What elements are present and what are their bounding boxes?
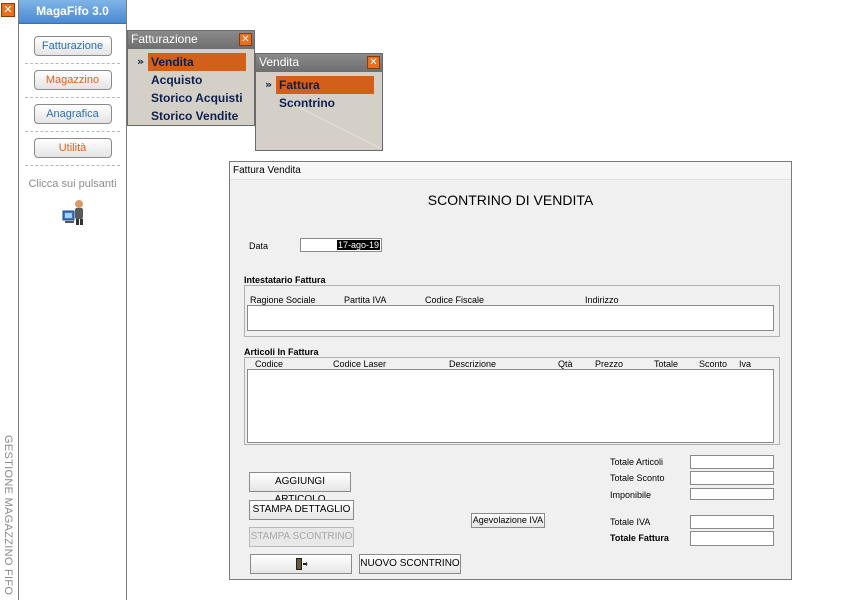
anagrafica-button[interactable]: Anagrafica — [33, 104, 112, 124]
divider — [25, 63, 120, 64]
date-value: 17-ago-19 — [336, 240, 380, 250]
divider — [25, 165, 120, 166]
intestatario-title: Intestatario Fattura — [244, 275, 326, 285]
totale-articoli-field[interactable] — [690, 455, 774, 469]
articoli-list[interactable] — [247, 369, 774, 443]
chevron-right-icon: » — [137, 55, 145, 68]
column-header: Qtà — [558, 359, 573, 369]
vertical-caption: GESTIONE MAGAZZINO FIFO — [1, 435, 15, 600]
menu-item-storico-acquisti[interactable]: Storico Acquisti — [128, 89, 254, 107]
fattura-vendita-window: Fattura Vendita SCONTRINO DI VENDITA Dat… — [229, 161, 792, 580]
totale-fattura-label: Totale Fattura — [610, 533, 669, 543]
imponibile-field[interactable] — [690, 488, 774, 500]
column-header: Ragione Sociale — [250, 295, 316, 305]
divider — [25, 97, 120, 98]
menu-item-label: Storico Vendite — [151, 109, 239, 123]
intestatario-group: Ragione Sociale Partita IVA Codice Fisca… — [244, 285, 780, 337]
magazzino-button[interactable]: Magazzino — [33, 70, 112, 90]
imponibile-label: Imponibile — [610, 490, 652, 500]
menu-item-label: Vendita — [148, 53, 246, 71]
menu-item-fattura[interactable]: » Fattura — [256, 76, 382, 94]
aggiungi-articolo-button[interactable]: AGGIUNGI ARTICOLO — [249, 472, 351, 505]
totale-iva-label: Totale IVA — [610, 517, 651, 527]
totale-sconto-field[interactable] — [690, 471, 774, 485]
chevron-right-icon: » — [265, 78, 273, 91]
menu-item-acquisto[interactable]: Acquisto — [128, 71, 254, 89]
totale-sconto-label: Totale Sconto — [610, 473, 665, 483]
column-header: Descrizione — [449, 359, 497, 369]
vendita-menu-title: Vendita ✕ — [256, 54, 382, 72]
vendita-menu: Vendita ✕ » Fattura Scontrino — [255, 53, 383, 151]
totale-fattura-field[interactable] — [690, 531, 774, 546]
menu-item-label: Storico Acquisti — [151, 91, 243, 105]
close-icon[interactable]: ✕ — [1, 3, 15, 17]
window-title: Fattura Vendita — [230, 162, 791, 180]
totale-iva-field[interactable] — [690, 515, 774, 529]
menu-title-text: Fatturazione — [131, 32, 198, 46]
left-strip: ✕ GESTIONE MAGAZZINO FIFO — [0, 0, 18, 600]
menu-item-label: Fattura — [276, 76, 374, 94]
decorative-streak — [296, 105, 381, 149]
articoli-title: Articoli In Fattura — [244, 347, 319, 357]
column-header: Iva — [739, 359, 752, 369]
column-header: Totale — [654, 359, 679, 369]
column-header: Sconto — [699, 359, 728, 369]
user-computer-icon — [62, 200, 83, 225]
fatturazione-menu-title: Fatturazione ✕ — [128, 31, 254, 49]
close-icon[interactable]: ✕ — [239, 33, 252, 46]
page-heading: SCONTRINO DI VENDITA — [427, 192, 594, 208]
column-header: Partita IVA — [344, 295, 387, 305]
fatturazione-menu: Fatturazione ✕ » Vendita Acquisto Storic… — [127, 30, 255, 126]
menu-item-storico-vendite[interactable]: Storico Vendite — [128, 107, 254, 125]
hint-text: Clicca sui pulsanti — [28, 178, 117, 190]
fatturazione-button[interactable]: Fatturazione — [33, 36, 112, 56]
utilita-button[interactable]: Utilità — [33, 138, 112, 158]
column-header: Codice — [255, 359, 284, 369]
column-header: Indirizzo — [585, 295, 619, 305]
menu-title-text: Vendita — [259, 55, 300, 69]
exit-button[interactable] — [250, 554, 352, 574]
stampa-scontrino-button[interactable]: STAMPA SCONTRINO — [249, 527, 354, 547]
column-header: Codice Fiscale — [425, 295, 485, 305]
intestatario-list[interactable] — [247, 305, 774, 331]
exit-door-icon — [296, 558, 308, 570]
vertical-caption-text: GESTIONE MAGAZZINO FIFO — [2, 435, 14, 596]
articoli-group: Codice Codice Laser Descrizione Qtà Prez… — [244, 357, 780, 445]
totale-articoli-label: Totale Articoli — [610, 457, 664, 467]
window-body: SCONTRINO DI VENDITA Data 17-ago-19 Inte… — [230, 180, 791, 579]
stampa-dettaglio-button[interactable]: STAMPA DETTAGLIO — [249, 500, 354, 520]
column-header: Codice Laser — [333, 359, 387, 369]
sidebar: MagaFifo 3.0 Fatturazione Magazzino Anag… — [18, 0, 127, 600]
column-header: Prezzo — [595, 359, 624, 369]
app-title: MagaFifo 3.0 — [19, 0, 126, 24]
date-field[interactable]: 17-ago-19 — [300, 238, 382, 252]
menu-item-vendita[interactable]: » Vendita — [128, 53, 254, 71]
divider — [25, 131, 120, 132]
agevolazione-iva-button[interactable]: Agevolazione IVA — [471, 513, 545, 528]
date-label: Data — [249, 241, 269, 251]
menu-item-label: Acquisto — [151, 73, 203, 87]
close-icon[interactable]: ✕ — [367, 56, 380, 69]
nuovo-scontrino-button[interactable]: NUOVO SCONTRINO — [359, 554, 461, 574]
